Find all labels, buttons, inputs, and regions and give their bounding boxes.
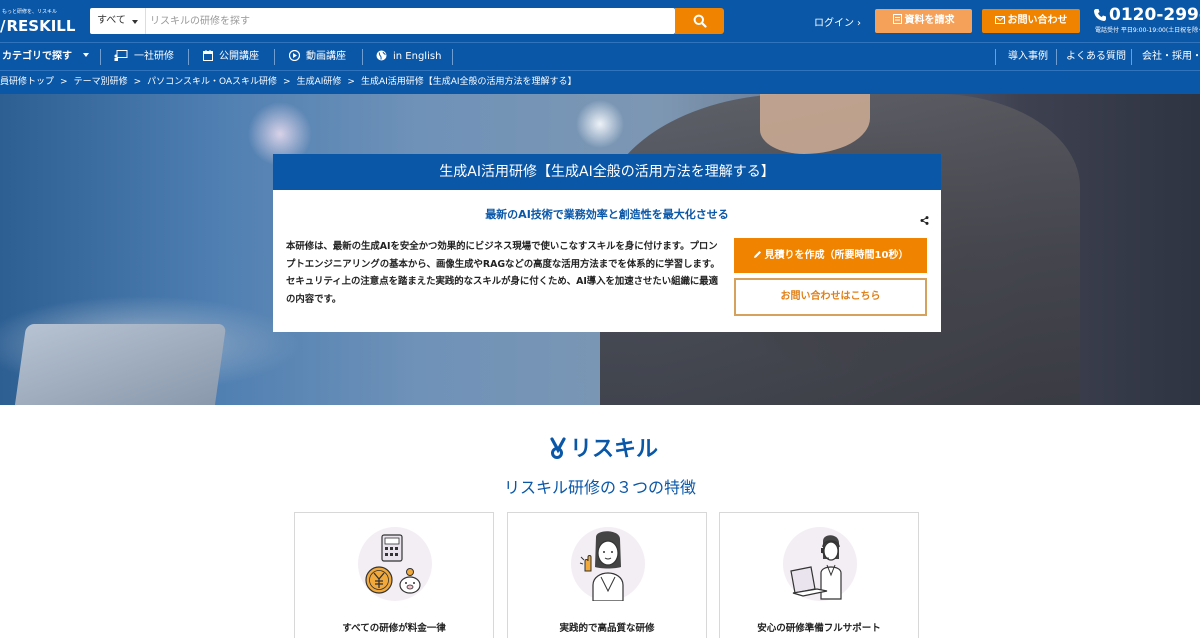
search-category-select[interactable]: すべて [90,8,146,34]
chevron-right-icon: › [857,18,861,29]
search-icon [693,14,707,28]
pencil-icon [753,251,761,258]
feature-label: 実践的で高品質な研修 [559,623,655,634]
nav-item-company[interactable]: 会社・採用・I [1142,43,1200,70]
course-description: 本研修は、最新の生成AIを安全かつ効果的にビジネス現場で使いこなすスキルを身に付… [286,241,720,305]
reskill-mark-icon [550,437,566,459]
document-icon [892,14,902,24]
feature-card[interactable]: 実践的で高品質な研修 [507,512,707,638]
breadcrumb-list: 員研修トップ > テーマ別研修 > パソコンスキル・OAスキル研修 > 生成AI研修 > 生成A… [0,71,577,94]
feature-label: すべての研修が料金一律 [342,623,446,634]
main-nav: カテゴリで探す 一社研修 公開講座 動画講座 in English 導入事例 よ… [0,42,1200,70]
feature-card[interactable]: すべての研修が料金一律 [294,512,494,638]
breadcrumb-item[interactable]: テーマ別研修 [74,77,128,87]
chevron-down-icon [83,53,90,57]
inquire-button[interactable]: お問い合わせはこちら [734,278,927,316]
nav-item-english[interactable]: in English [376,43,441,70]
phone-icon [1094,9,1106,21]
search-button[interactable] [675,8,724,34]
phone-contact[interactable]: 0120-299-1 電話受付 平日9:00-19:00(土日祝を除く) [1093,4,1200,35]
reskill-logo[interactable]: もっと研修を、リスキル /RESKILL [0,4,80,38]
phone-hours: 電話受付 平日9:00-19:00(土日祝を除く) [1095,27,1200,34]
logo-wordmark: /RESKILL [0,17,76,35]
features-heading: リスキル研修の３つの特徴 [503,478,696,497]
breadcrumb-current: 生成AI活用研修【生成AI全般の活用方法を理解する】 [360,77,577,87]
create-quote-button[interactable]: 見積りを作成（所要時間10秒） [734,238,927,273]
nav-divider [188,49,189,65]
hero-photo-laptop [13,324,227,405]
instructor-illustration-icon [571,527,645,601]
feature-card[interactable]: 安心の研修準備フルサポート [719,512,919,638]
breadcrumb-item[interactable]: パソコンスキル・OAスキル研修 [147,77,277,87]
brand-logo: リスキル [548,431,658,462]
nav-item-inhouse-training[interactable]: 一社研修 [114,43,174,70]
breadcrumb-item[interactable]: 員研修トップ [0,77,54,87]
chevron-right-icon: > [347,77,355,87]
chevron-down-icon [132,20,138,24]
breadcrumb-item[interactable]: 生成AI研修 [297,77,342,87]
feature-label: 安心の研修準備フルサポート [757,623,881,634]
top-header: もっと研修を、リスキル /RESKILL すべて ログイン› 資料を請求 お問い… [0,0,1200,42]
pricing-illustration-icon [358,527,432,601]
search-bar: すべて [90,8,675,34]
login-link[interactable]: ログイン › [814,14,861,29]
nav-item-public-courses[interactable]: 公開講座 [203,43,259,70]
contact-button[interactable]: お問い合わせ [982,9,1080,33]
course-subtitle: 最新のAI技術で業務効率と創造性を最大化させる [485,208,729,221]
course-summary-card: 生成AI活用研修【生成AI全般の活用方法を理解する】 最新のAI技術で業務効率と… [273,154,941,332]
chevron-right-icon: > [133,77,142,87]
nav-category-dropdown[interactable]: カテゴリで探す [2,43,90,70]
logo-tagline: もっと研修を、リスキル [2,9,58,15]
nav-item-case-studies[interactable]: 導入事例 [1008,43,1048,70]
nav-item-video-courses[interactable]: 動画講座 [288,43,346,70]
nav-divider [1056,49,1057,65]
phone-number: 0120-299-1 [1109,5,1200,25]
play-icon [288,49,301,62]
chevron-right-icon: > [60,77,68,87]
nav-divider [1131,49,1132,65]
chevron-right-icon: > [283,77,291,87]
nav-divider [100,49,101,65]
search-input[interactable] [150,8,670,34]
nav-divider [362,49,363,65]
nav-divider [995,49,996,65]
whiteboard-icon [114,50,128,61]
globe-icon [376,50,387,61]
support-illustration-icon [783,527,857,601]
share-icon[interactable] [920,210,929,229]
course-title: 生成AI活用研修【生成AI全般の活用方法を理解する】 [273,154,941,190]
nav-divider [274,49,275,65]
mail-icon [994,16,1005,24]
breadcrumb: 員研修トップ > テーマ別研修 > パソコンスキル・OAスキル研修 > 生成AI研修 > 生成A… [0,70,1200,94]
nav-item-faq[interactable]: よくある質問 [1066,43,1126,70]
nav-divider [452,49,453,65]
calendar-icon [203,50,213,61]
request-docs-button[interactable]: 資料を請求 [875,9,972,33]
